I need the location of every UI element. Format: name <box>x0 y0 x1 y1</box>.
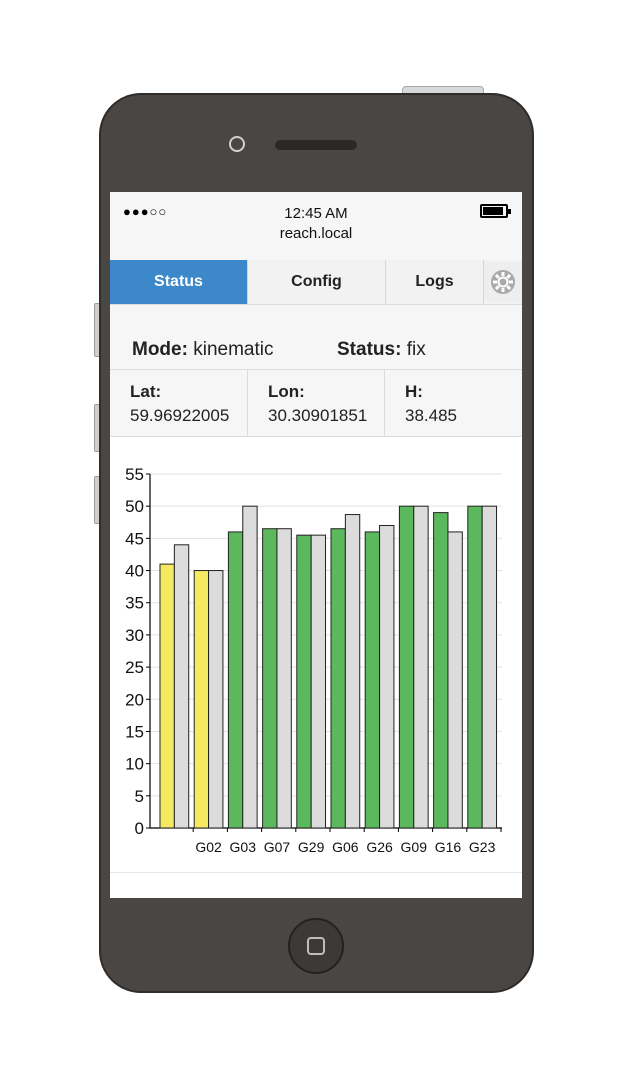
x-tick-label: G06 <box>332 839 359 855</box>
x-tick-label: G16 <box>435 839 462 855</box>
y-tick-label: 10 <box>125 755 144 774</box>
earpiece-speaker <box>275 140 357 150</box>
tab-status[interactable]: Status <box>110 260 248 304</box>
lat-label: Lat: <box>130 382 162 401</box>
bar <box>276 528 292 829</box>
snr-bar-chart: 0 5 10 15 20 25 30 35 40 45 50 55 G02 G03 G07 G29 G06 G26… <box>125 465 502 855</box>
y-tick-label: 30 <box>125 626 144 645</box>
y-tick-label: 15 <box>125 722 144 741</box>
front-camera <box>229 136 245 152</box>
x-tick-label: G29 <box>298 839 325 855</box>
status-info: Status: fix <box>337 339 426 360</box>
gear-icon <box>491 270 515 294</box>
y-tick-label: 0 <box>135 819 144 838</box>
footer-divider <box>110 872 522 873</box>
phone-screen: ●●●○○ 12:45 AM reach.local Status Config… <box>110 192 522 898</box>
bar <box>433 512 449 829</box>
battery-icon <box>480 204 511 218</box>
mode-info: Mode: kinematic <box>132 339 274 360</box>
y-tick-label: 35 <box>125 594 144 613</box>
bar <box>227 531 244 829</box>
y-tick-label: 50 <box>125 497 144 516</box>
tab-config[interactable]: Config <box>248 260 386 304</box>
bar <box>481 505 498 829</box>
h-cell: H: 38.485 <box>385 370 522 436</box>
lon-label: Lon: <box>268 382 305 401</box>
bar <box>310 534 327 829</box>
bar <box>398 505 415 829</box>
clock: 12:45 AM <box>284 205 348 222</box>
bar <box>344 514 361 829</box>
h-label: H: <box>405 382 423 401</box>
home-button-icon <box>307 937 325 955</box>
bar <box>159 563 175 829</box>
bar <box>296 534 312 829</box>
tab-bar: Status Config Logs <box>110 260 522 305</box>
y-tick-label: 40 <box>125 562 144 581</box>
home-button[interactable] <box>288 918 344 974</box>
url-label: reach.local <box>279 225 353 242</box>
y-tick-label: 45 <box>125 529 144 548</box>
x-tick-label: G09 <box>401 839 428 855</box>
x-tick-label: G03 <box>230 839 257 855</box>
bar <box>447 531 463 829</box>
h-value: 38.485 <box>405 406 457 425</box>
x-tick-label: G02 <box>195 839 222 855</box>
coordinates-row: Lat: 59.96922005 Lon: 30.30901851 H: 38.… <box>110 370 522 437</box>
x-tick-label: G07 <box>264 839 291 855</box>
y-tick-label: 20 <box>125 690 144 709</box>
status-bar: ●●●○○ 12:45 AM reach.local <box>110 192 522 261</box>
y-tick-label: 25 <box>125 658 144 677</box>
tab-logs[interactable]: Logs <box>386 260 484 304</box>
lon-cell: Lon: 30.30901851 <box>248 370 385 436</box>
bar <box>242 505 258 829</box>
bar <box>330 528 346 829</box>
bar <box>173 544 190 829</box>
y-tick-label: 55 <box>125 465 144 484</box>
settings-gear-button[interactable] <box>484 262 522 302</box>
status-value: fix <box>406 339 426 360</box>
lon-value: 30.30901851 <box>268 406 368 425</box>
bar <box>413 505 429 829</box>
bar <box>262 528 278 829</box>
mode-value: kinematic <box>193 339 274 360</box>
x-tick-label: G26 <box>366 839 393 855</box>
x-tick-label: G23 <box>469 839 496 855</box>
bar <box>467 505 483 829</box>
bar <box>364 531 381 829</box>
bar <box>208 570 224 829</box>
bar <box>379 524 395 829</box>
lat-value: 59.96922005 <box>130 406 230 425</box>
mode-status-row: Mode: kinematic Status: fix <box>110 305 522 370</box>
bar <box>193 570 210 829</box>
lat-cell: Lat: 59.96922005 <box>110 370 248 436</box>
y-tick-label: 5 <box>135 787 144 806</box>
